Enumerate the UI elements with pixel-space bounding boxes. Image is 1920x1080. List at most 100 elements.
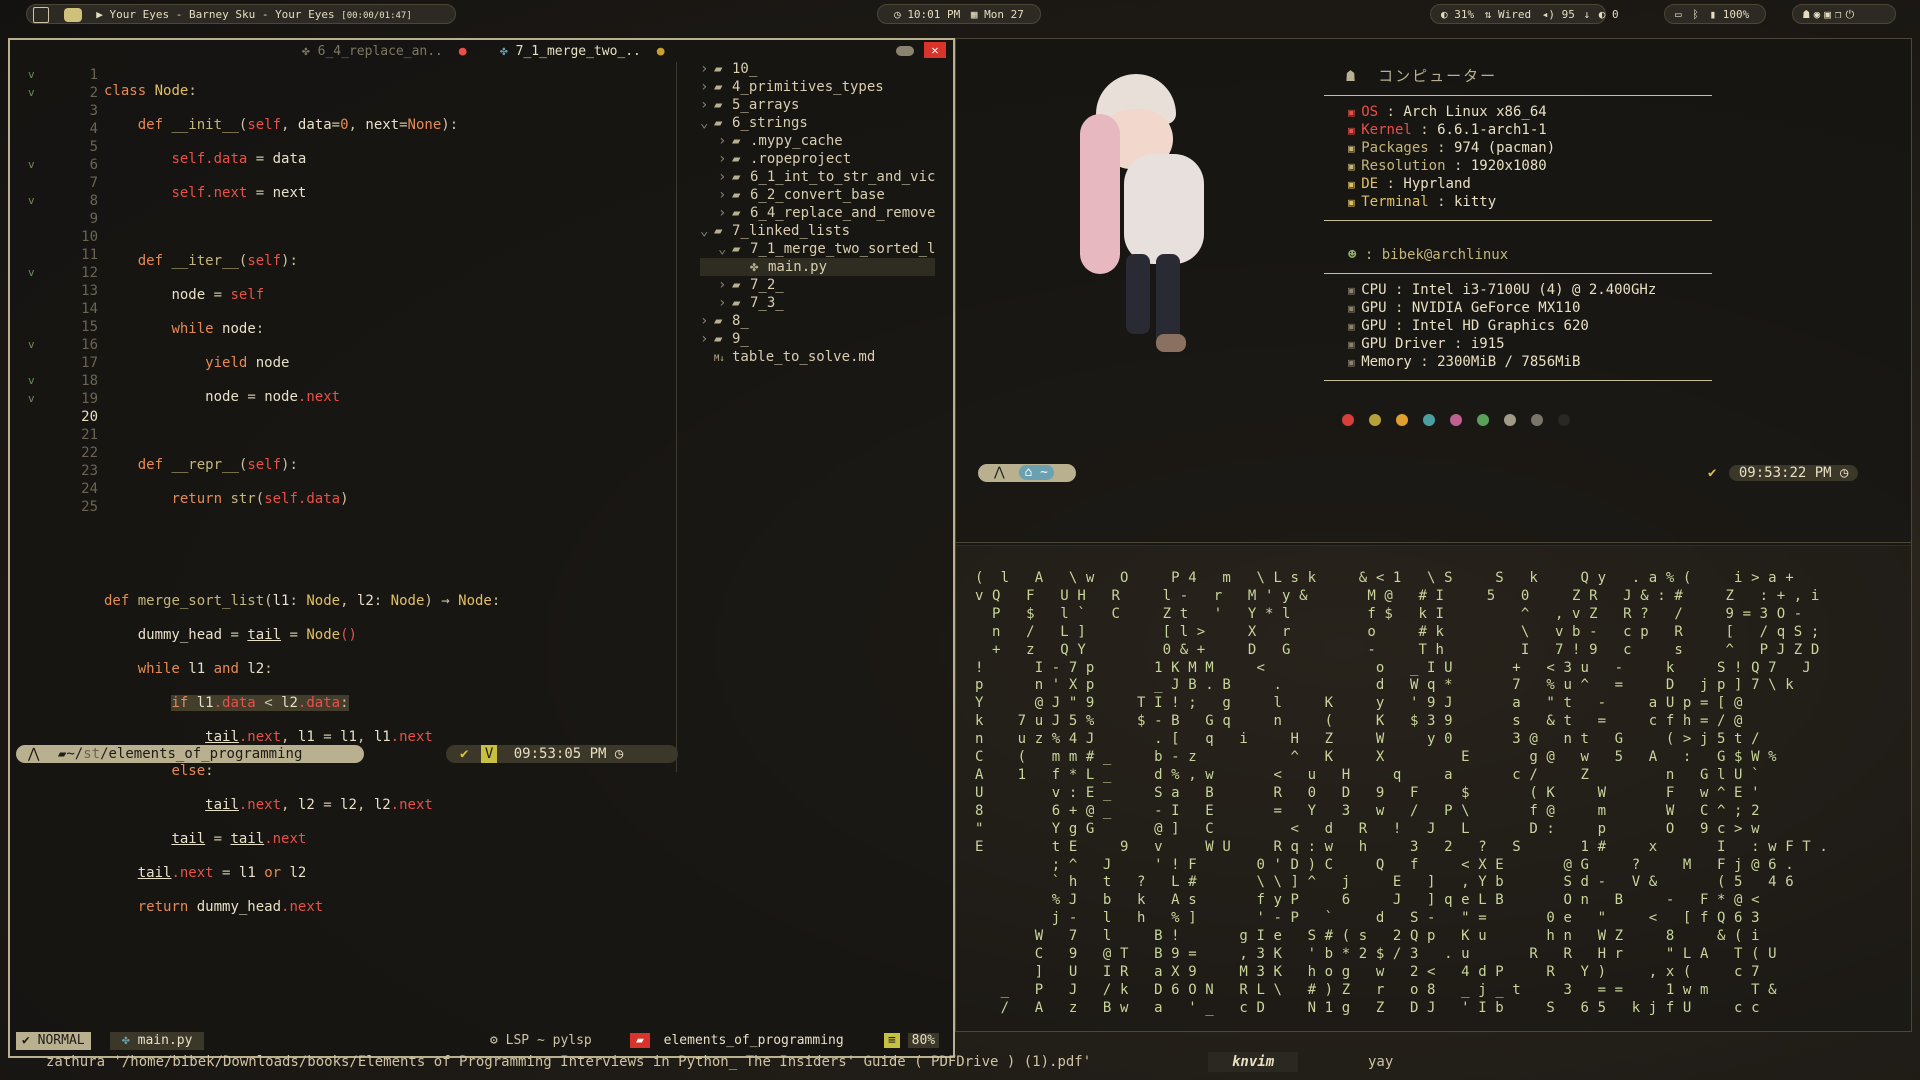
tree-item-label: 6_2_convert_base bbox=[750, 187, 885, 203]
tree-item[interactable]: ⌄ ▰ 6_strings bbox=[700, 114, 935, 132]
fold-chevron-icon[interactable]: v bbox=[28, 84, 35, 102]
info-row: ▣ GPU : Intel HD Graphics 620 bbox=[1348, 317, 1656, 335]
file-name: main.py bbox=[137, 1033, 193, 1048]
media-title: Your Eyes - Barney Sku - Your Eyes bbox=[109, 8, 335, 21]
top-bar: ▶ Your Eyes - Barney Sku - Your Eyes [00… bbox=[0, 0, 1920, 30]
fold-chevron-icon[interactable]: v bbox=[28, 372, 35, 390]
clock-widget[interactable]: ◷ 10:01 PM ▦ Mon 27 bbox=[877, 4, 1041, 24]
nvim-window[interactable]: ✤ 6_4_replace_an.. ● ✤ 7_1_merge_two_.. … bbox=[8, 38, 955, 1058]
folder-icon: ▰ bbox=[714, 331, 723, 347]
lines-icon: ≡ bbox=[884, 1033, 900, 1048]
code-line: return dummy_head.next bbox=[137, 899, 324, 915]
info-separator: : bbox=[1386, 282, 1412, 298]
lock-icon[interactable]: ☗ bbox=[1803, 8, 1814, 21]
code-line: def __repr__(self): bbox=[137, 457, 298, 473]
palette-swatch bbox=[1477, 414, 1489, 426]
tree-item[interactable]: › ▰ .mypy_cache bbox=[700, 132, 935, 150]
fold-chevron-icon[interactable]: v bbox=[28, 66, 35, 84]
play-icon[interactable]: ▶ bbox=[96, 8, 103, 21]
prompt-path-prefix: ~/ bbox=[66, 746, 84, 762]
buffer-tab-inactive[interactable]: ✤ 6_4_replace_an.. ● bbox=[302, 44, 467, 59]
info-icon: ▣ bbox=[1348, 106, 1362, 119]
line-number: 16 bbox=[81, 337, 98, 353]
workspace-widget[interactable]: ☗◉▣❐⏻ bbox=[1792, 4, 1896, 24]
toggle-icon[interactable] bbox=[896, 46, 914, 56]
gutter-row: v 12 bbox=[18, 264, 98, 282]
line-number: 1 bbox=[89, 67, 98, 83]
line-number: 5 bbox=[89, 139, 98, 155]
window-label-nvim[interactable]: knvim bbox=[1208, 1052, 1299, 1072]
fold-chevron-icon[interactable]: v bbox=[28, 264, 35, 282]
gutter-row: v8 bbox=[18, 192, 98, 210]
tree-item[interactable]: › ▰ 5_arrays bbox=[700, 96, 935, 114]
tree-item[interactable]: ⌄ ▰ 7_1_merge_two_sorted_l bbox=[700, 240, 935, 258]
tree-item[interactable]: › ▰ 6_2_convert_base bbox=[700, 186, 935, 204]
neofetch-window[interactable]: ☗ コンピューター ▣ OS : Arch Linux x86_64 ▣ Kern… bbox=[955, 38, 1912, 546]
tree-item[interactable]: › ▰ .ropeproject bbox=[700, 150, 935, 168]
system-widget[interactable]: ◐ 31% ⇅ Wired ◂) 95 ↓ ◐ 0 bbox=[1430, 4, 1619, 24]
fold-chevron-icon[interactable]: v bbox=[28, 192, 35, 210]
gutter-row: 3 bbox=[18, 102, 98, 120]
info-separator: : bbox=[1386, 300, 1412, 316]
screenshot-icon[interactable]: ▣ bbox=[1824, 8, 1835, 21]
prompt-path: /elements_of_programming bbox=[100, 746, 303, 762]
matrix-line: p n ' X p _ J B . B . d W q * 7 % u ^ = … bbox=[975, 677, 1794, 694]
tree-item[interactable]: › ▰ 7_2_ bbox=[700, 276, 935, 294]
tree-item[interactable]: › ▰ 6_4_replace_and_remove bbox=[700, 204, 935, 222]
display-icon[interactable]: ▭ bbox=[1675, 8, 1682, 21]
battery-icon: ▮ bbox=[1709, 8, 1717, 21]
arch-icon: ⋀ bbox=[28, 746, 40, 762]
notes-icon[interactable] bbox=[33, 7, 49, 23]
check-icon: ✔ bbox=[460, 746, 469, 762]
line-number: 6 bbox=[89, 157, 98, 173]
gutter-row: 17 bbox=[18, 354, 98, 372]
line-number: 10 bbox=[81, 229, 98, 245]
v-badge-icon: V bbox=[480, 745, 498, 763]
buffer-tab-active[interactable]: ✤ 7_1_merge_two_.. ● bbox=[500, 44, 665, 59]
folder-open-icon: ▰ bbox=[732, 241, 741, 257]
tree-item[interactable]: › ▰ 10_ bbox=[700, 60, 935, 78]
tree-item[interactable]: › ▰ 8_ bbox=[700, 312, 935, 330]
file-tree[interactable]: › ▰ 10_ › ▰ 4_primitives_types › ▰ 5_arrays ⌄ ▰ 6_s… bbox=[700, 60, 936, 366]
tree-item[interactable]: › ▰ 4_primitives_types bbox=[700, 78, 935, 96]
matrix-line: + z Q Y 0 & + D G - T h I 7 ! 9 c s ^ P … bbox=[975, 641, 1820, 658]
percent-segment: ≡ 80% bbox=[884, 1032, 940, 1050]
bluetooth-icon[interactable]: ᛒ bbox=[1692, 8, 1699, 21]
line-number: 4 bbox=[89, 121, 98, 137]
matrix-line: U v : E _ S a B R 0 D 9 F $ ( K W F w ^ … bbox=[975, 784, 1760, 801]
windows-icon[interactable]: ❐ bbox=[1835, 8, 1846, 21]
matrix-line: W 7 l B ! g I e S # ( s 2 Q p K u h n W … bbox=[975, 928, 1760, 945]
info-value: NVIDIA GeForce MX110 bbox=[1411, 300, 1581, 316]
chevron-down-icon: ⌄ bbox=[700, 115, 709, 131]
tree-item[interactable]: ⌄ ▰ 7_linked_lists bbox=[700, 222, 935, 240]
gutter-row: 24 bbox=[18, 480, 98, 498]
user-line: ☻ : bibek@archlinux bbox=[1348, 247, 1508, 263]
code-area[interactable]: class Node: def __init__(self, data=0, n… bbox=[104, 66, 500, 948]
palette-swatch bbox=[1369, 414, 1381, 426]
chevron-right-icon: › bbox=[718, 187, 727, 203]
fold-chevron-icon[interactable]: v bbox=[28, 390, 35, 408]
window-label-yay[interactable]: yay bbox=[1368, 1052, 1393, 1072]
power-icon[interactable]: ⏻ bbox=[1846, 8, 1859, 21]
tree-item[interactable]: › ▰ 7_3_ bbox=[700, 294, 935, 312]
folder-open-icon: ▰ bbox=[714, 115, 723, 131]
code-line: tail.next, l2 = l2, l2.next bbox=[205, 797, 433, 813]
fold-chevron-icon[interactable]: v bbox=[28, 156, 35, 174]
matrix-line: 8 6 + @ _ - I E = Y 3 w / P \ f @ m W C … bbox=[975, 802, 1760, 819]
tray-widget[interactable]: ▭ ᛒ ▮ 100% bbox=[1664, 4, 1766, 24]
tree-item[interactable]: › ▰ 9_ bbox=[700, 330, 935, 348]
tree-item[interactable]: ✤ main.py bbox=[700, 258, 936, 276]
info-row: ▣ Kernel : 6.6.1-arch1-1 bbox=[1348, 121, 1555, 139]
modified-dot-icon: ● bbox=[656, 44, 665, 59]
fold-chevron-icon[interactable]: v bbox=[28, 336, 35, 354]
media-widget[interactable]: ▶ Your Eyes - Barney Sku - Your Eyes [00… bbox=[26, 4, 456, 24]
palette-icon[interactable]: ◉ bbox=[1814, 8, 1825, 21]
python-icon: ✤ bbox=[500, 44, 508, 59]
project-name: elements_of_programming bbox=[663, 1033, 844, 1048]
prompt-time-segment: ✔ V 09:53:05 PM ◷ bbox=[446, 745, 678, 763]
tree-item[interactable]: M↓ table_to_solve.md bbox=[700, 348, 935, 366]
folder-icon: ▰ bbox=[732, 151, 741, 167]
close-icon[interactable]: ✕ bbox=[924, 42, 946, 58]
tree-item[interactable]: › ▰ 6_1_int_to_str_and_vic bbox=[700, 168, 935, 186]
folder-icon: ▰ bbox=[714, 313, 723, 329]
